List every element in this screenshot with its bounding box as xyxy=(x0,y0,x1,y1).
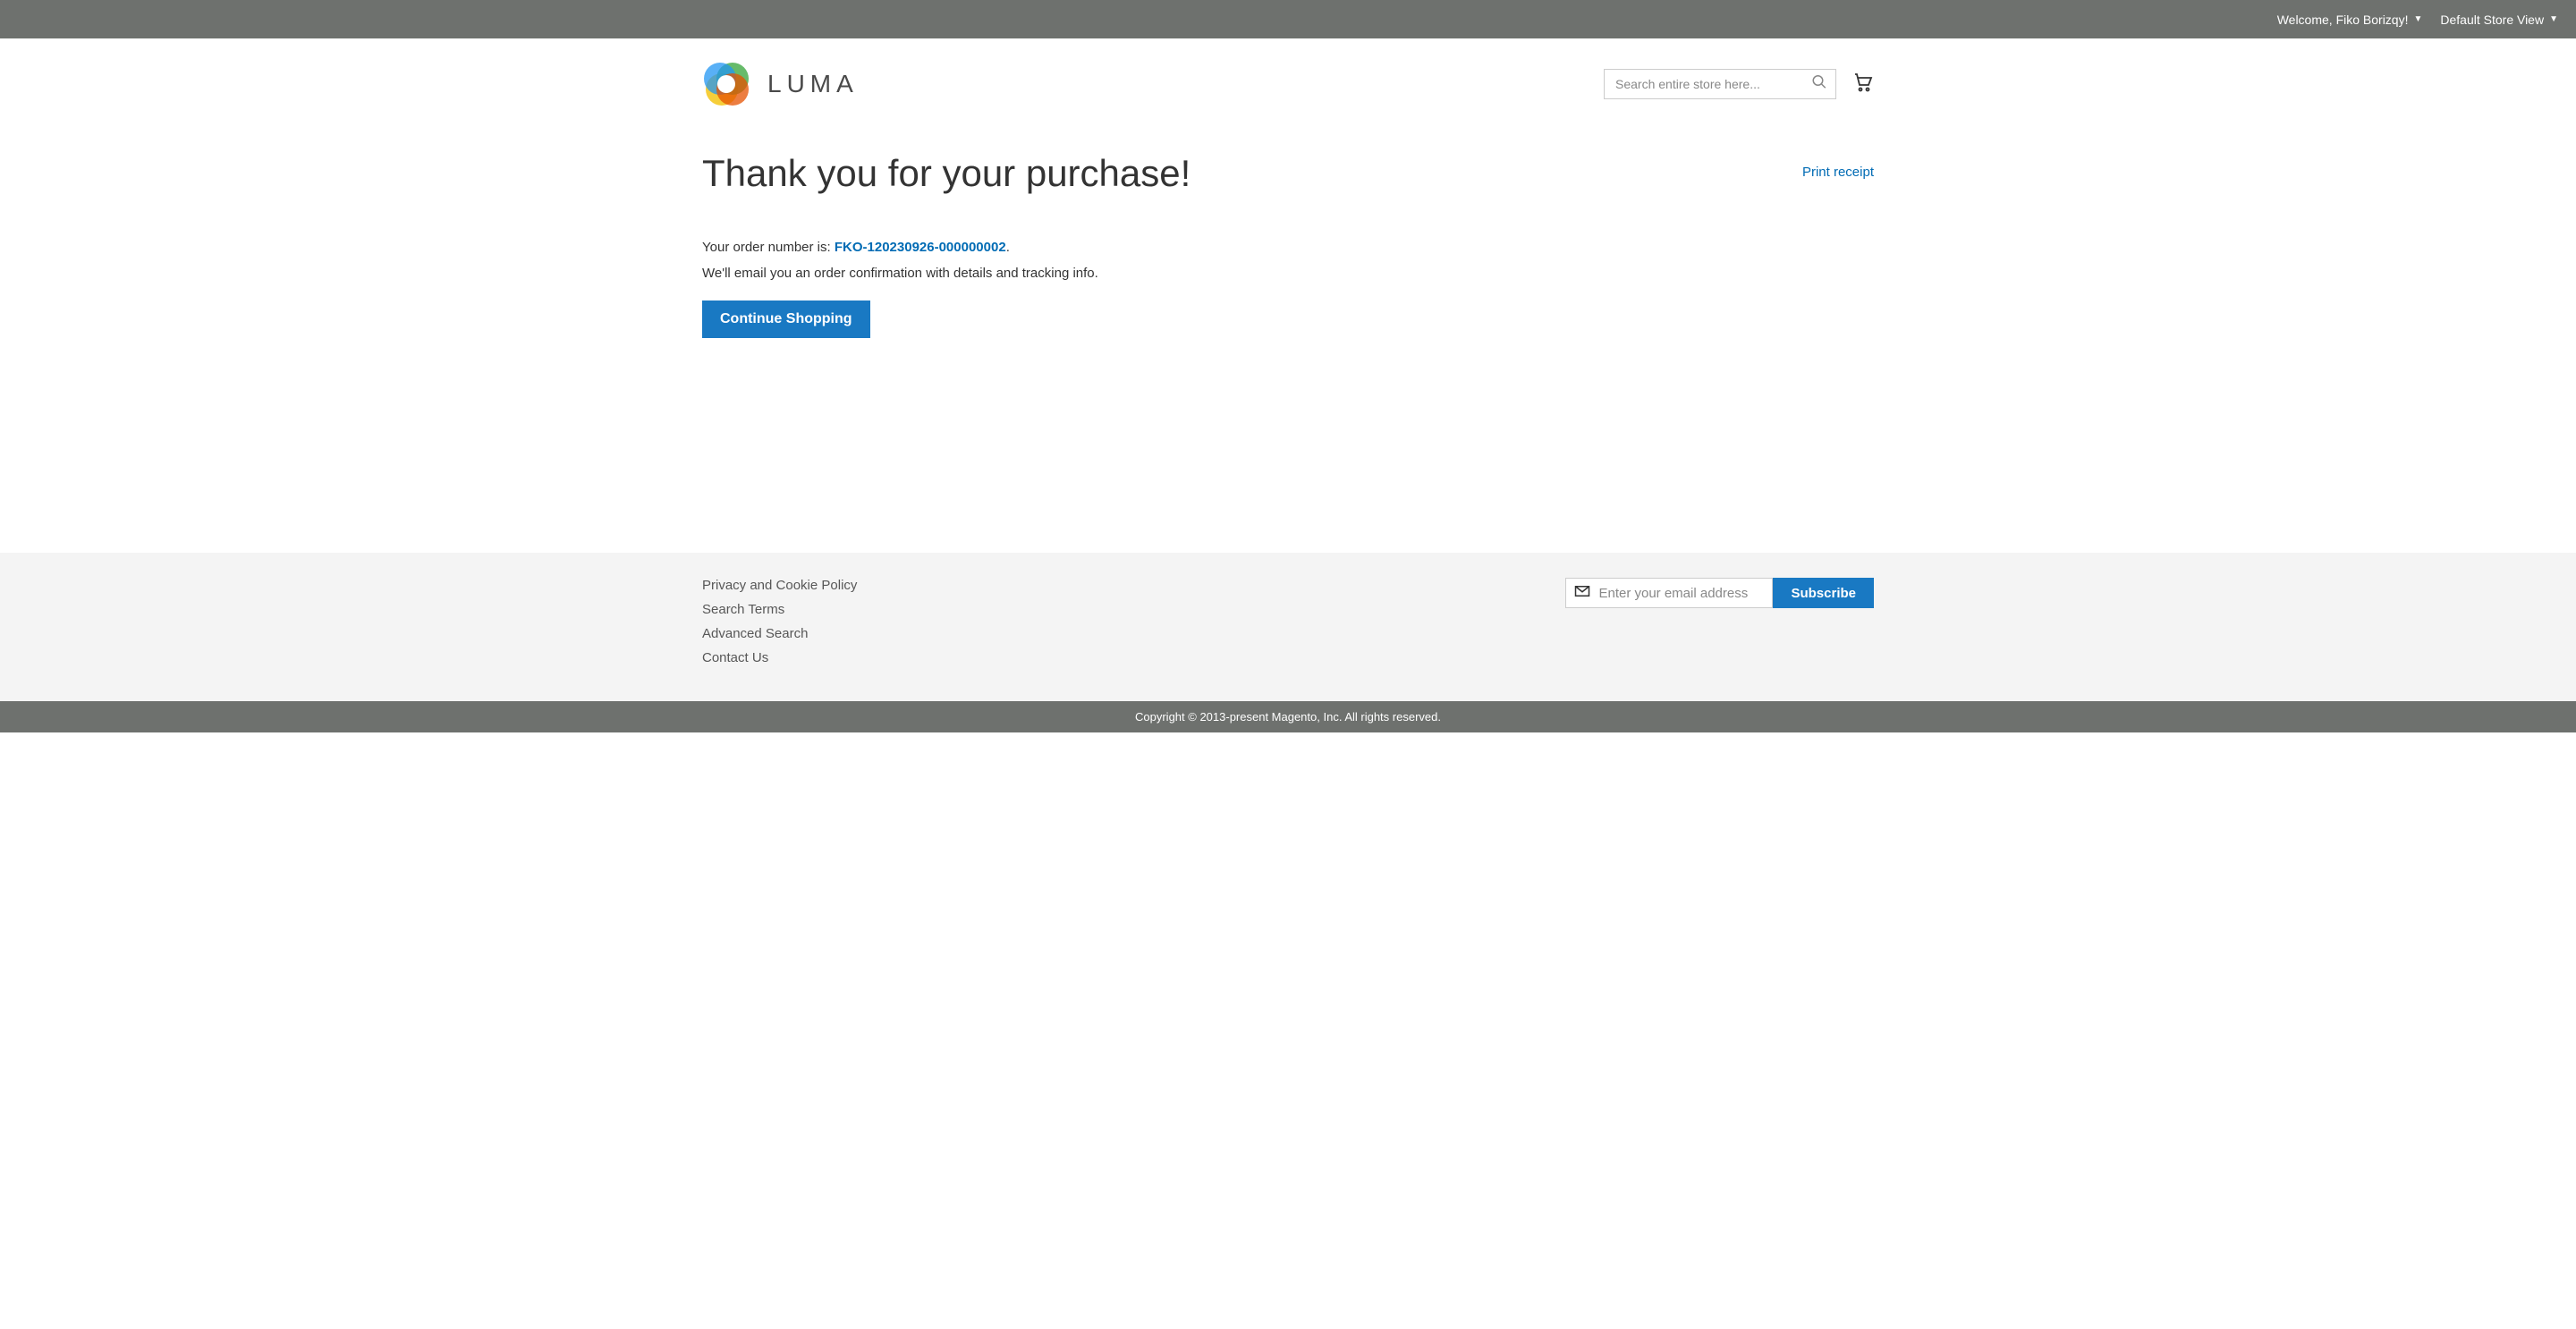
welcome-dropdown[interactable]: Welcome, Fiko Borizqy! ▼ xyxy=(2277,13,2423,27)
footer-link-privacy[interactable]: Privacy and Cookie Policy xyxy=(702,578,857,593)
cart-icon[interactable] xyxy=(1852,72,1874,97)
print-receipt-link[interactable]: Print receipt xyxy=(1802,165,1874,180)
copyright-bar: Copyright © 2013-present Magento, Inc. A… xyxy=(0,701,2576,732)
newsletter-form: Subscribe xyxy=(1565,578,1874,608)
page-title: Thank you for your purchase! xyxy=(702,152,1191,195)
main-content: Thank you for your purchase! Print recei… xyxy=(702,125,1874,392)
welcome-text: Welcome, Fiko Borizqy! xyxy=(2277,13,2409,27)
footer-link-contact[interactable]: Contact Us xyxy=(702,650,857,665)
order-prefix: Your order number is: xyxy=(702,240,835,255)
title-row: Thank you for your purchase! Print recei… xyxy=(702,152,1874,195)
email-info: We'll email you an order confirmation wi… xyxy=(702,266,1874,281)
footer: Privacy and Cookie Policy Search Terms A… xyxy=(0,553,2576,701)
newsletter-input-wrap xyxy=(1565,578,1773,608)
order-number-link[interactable]: FKO-120230926-000000002 xyxy=(835,240,1006,255)
copyright-text: Copyright © 2013-present Magento, Inc. A… xyxy=(1135,710,1441,724)
mail-icon xyxy=(1574,585,1590,602)
footer-link-advanced-search[interactable]: Advanced Search xyxy=(702,626,857,641)
header: LUMA xyxy=(702,38,1874,125)
order-suffix: . xyxy=(1006,240,1010,255)
search-input[interactable] xyxy=(1604,69,1836,99)
header-right xyxy=(1604,69,1874,99)
logo[interactable]: LUMA xyxy=(702,61,859,107)
search-icon[interactable] xyxy=(1811,74,1827,95)
subscribe-button[interactable]: Subscribe xyxy=(1773,578,1874,608)
top-bar: Welcome, Fiko Borizqy! ▼ Default Store V… xyxy=(0,0,2576,38)
search-box xyxy=(1604,69,1836,99)
footer-links: Privacy and Cookie Policy Search Terms A… xyxy=(702,578,857,665)
store-view-text: Default Store View xyxy=(2440,13,2544,27)
continue-shopping-button[interactable]: Continue Shopping xyxy=(702,301,870,338)
chevron-down-icon: ▼ xyxy=(2549,14,2558,24)
newsletter-email-input[interactable] xyxy=(1565,578,1773,608)
order-number-line: Your order number is: FKO-120230926-0000… xyxy=(702,240,1874,255)
footer-link-search-terms[interactable]: Search Terms xyxy=(702,602,857,617)
chevron-down-icon: ▼ xyxy=(2413,14,2422,24)
luma-logo-icon xyxy=(702,61,751,107)
logo-text: LUMA xyxy=(767,70,859,98)
footer-inner: Privacy and Cookie Policy Search Terms A… xyxy=(702,578,1874,665)
store-view-dropdown[interactable]: Default Store View ▼ xyxy=(2440,13,2558,27)
